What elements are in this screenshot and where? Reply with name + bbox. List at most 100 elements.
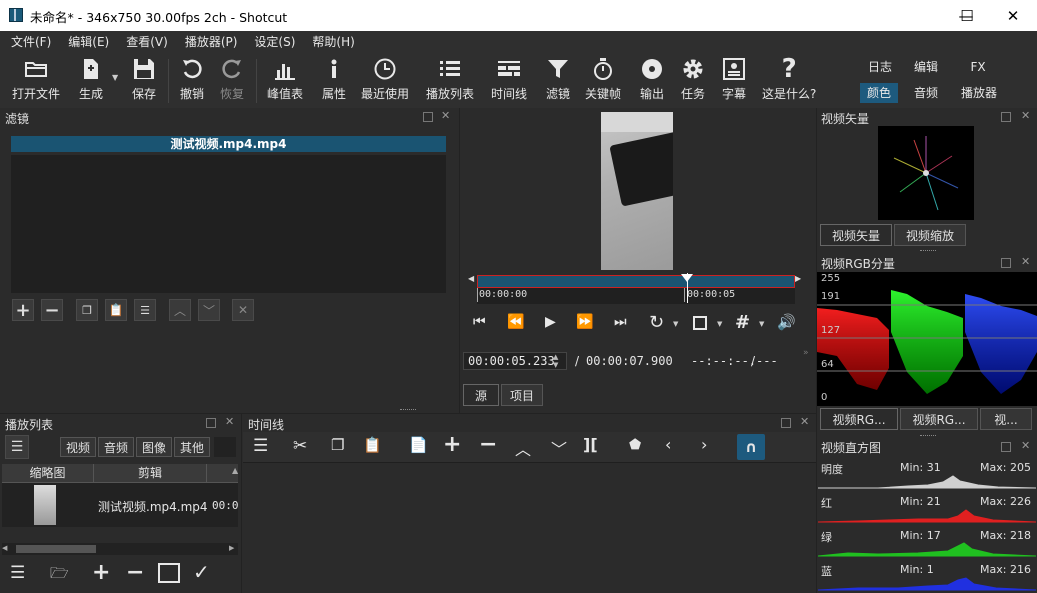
split-icon[interactable]: ][ <box>583 435 598 454</box>
save-button[interactable]: 保存 <box>130 55 158 102</box>
playlist-menu-icon[interactable]: ☰ <box>10 563 25 583</box>
tab-project[interactable]: 项目 <box>501 384 543 406</box>
playlist-open-folder-icon[interactable]: 🗁 <box>50 563 69 588</box>
previous-marker-icon[interactable]: ‹ <box>665 435 671 454</box>
close-panel-icon[interactable]: ✕ <box>1021 110 1030 121</box>
close-button[interactable]: ✕ <box>990 0 1036 31</box>
playlist-update-checkmark-icon[interactable]: ✓ <box>193 560 210 584</box>
playlist-filter-audio[interactable]: 音频 <box>98 437 134 457</box>
generate-dropdown-arrow-icon[interactable]: ▼ <box>112 73 118 82</box>
deselect-filter-button[interactable]: ✕ <box>232 299 254 321</box>
undock-icon[interactable] <box>1001 258 1011 268</box>
next-marker-icon[interactable]: › <box>701 435 707 454</box>
save-preset-button[interactable]: ☰ <box>134 299 156 321</box>
snap-magnet-icon[interactable]: ∩ <box>737 434 765 460</box>
add-filter-button[interactable]: + <box>12 299 34 321</box>
rewind-icon[interactable]: ⏪ <box>507 314 524 330</box>
overwrite-up-icon[interactable]: ︿ <box>515 436 531 460</box>
skip-next-icon[interactable]: ⏭ <box>614 314 627 330</box>
peak-meter-button[interactable]: 峰值表 <box>267 55 303 102</box>
close-panel-icon[interactable]: ✕ <box>441 110 450 121</box>
filters-button[interactable]: 滤镜 <box>544 55 572 102</box>
grid-dropdown-icon[interactable]: ▼ <box>759 320 764 328</box>
playlist-filter-video[interactable]: 视频 <box>60 437 96 457</box>
layout-player-button[interactable]: 播放器 <box>955 83 1003 103</box>
cut-scissors-icon[interactable]: ✂ <box>293 436 307 456</box>
tab-more-scope[interactable]: 视... <box>980 408 1032 430</box>
fast-forward-icon[interactable]: ⏩ <box>576 314 593 330</box>
zoom-dropdown-icon[interactable]: ▼ <box>717 320 722 328</box>
zoom-fit-icon[interactable] <box>693 316 707 330</box>
menu-view[interactable]: 查看(V) <box>115 31 174 51</box>
grid-icon[interactable]: # <box>735 312 750 333</box>
undock-icon[interactable] <box>1001 442 1011 452</box>
undo-button[interactable]: 撤销 <box>178 55 206 102</box>
append-icon[interactable]: 📄 <box>409 436 428 454</box>
table-row[interactable]: 测试视频.mp4.mp4 00:00 <box>2 483 238 527</box>
close-panel-icon[interactable]: ✕ <box>1021 256 1030 267</box>
layout-color-button[interactable]: 颜色 <box>860 83 898 103</box>
menu-player[interactable]: 播放器(P) <box>174 31 244 51</box>
lift-minus-icon[interactable]: − <box>479 432 497 457</box>
tab-source[interactable]: 源 <box>463 384 499 406</box>
playlist-view-mode-button[interactable]: ☰ <box>5 435 29 459</box>
layout-logging-button[interactable]: 日志 <box>860 57 900 77</box>
playlist-filter-other[interactable]: 其他 <box>174 437 210 457</box>
open-file-button[interactable]: 打开文件 <box>12 55 60 102</box>
paste-filter-button[interactable]: 📋 <box>105 299 127 321</box>
recent-button[interactable]: 最近使用 <box>361 55 409 102</box>
redo-button[interactable]: 恢复 <box>218 55 246 102</box>
menu-settings[interactable]: 设定(S) <box>243 31 301 51</box>
layout-fx-button[interactable]: FX <box>958 57 998 77</box>
expand-arrows-icon[interactable]: » <box>803 348 809 358</box>
position-timecode-input[interactable]: 00:00:05.233 <box>463 352 567 370</box>
playlist-filter-image[interactable]: 图像 <box>136 437 172 457</box>
copy-icon[interactable]: ❐ <box>331 436 344 454</box>
undock-icon[interactable] <box>423 112 433 122</box>
menu-file[interactable]: 文件(F) <box>0 31 57 51</box>
col-clip[interactable]: 剪辑 <box>94 464 207 482</box>
timeline-tracks[interactable] <box>243 463 816 593</box>
timeline-menu-icon[interactable]: ☰ <box>253 436 268 456</box>
scrubber-bar[interactable] <box>477 275 795 288</box>
playlist-remove-icon[interactable]: − <box>126 560 144 585</box>
undock-icon[interactable] <box>781 418 791 428</box>
timeline-button[interactable]: 时间线 <box>491 55 527 102</box>
loop-dropdown-icon[interactable]: ▼ <box>673 320 678 328</box>
timecode-ruler[interactable]: 00:00:00 00:00:05 <box>477 288 795 304</box>
play-icon[interactable]: ▶ <box>545 314 556 330</box>
scroll-right-icon[interactable]: ▶ <box>229 544 234 552</box>
timecode-spinner-icon[interactable]: ▲ ▼ <box>553 353 558 369</box>
tab-rgb-parade[interactable]: 视频RG... <box>820 408 898 430</box>
subtitles-button[interactable]: 字幕 <box>720 55 748 102</box>
layout-audio-button[interactable]: 音频 <box>906 83 946 103</box>
video-preview[interactable] <box>601 112 673 270</box>
splitter-handle[interactable] <box>920 435 936 436</box>
paste-clipboard-icon[interactable]: 📋 <box>363 436 382 454</box>
close-panel-icon[interactable]: ✕ <box>1021 440 1030 451</box>
move-up-button[interactable]: ︿ <box>169 299 191 321</box>
export-button[interactable]: 输出 <box>638 55 666 102</box>
tab-zoom-scope[interactable]: 视频缩放 <box>894 224 966 246</box>
remove-filter-button[interactable]: − <box>41 299 63 321</box>
menu-help[interactable]: 帮助(H) <box>301 31 360 51</box>
splitter-handle[interactable] <box>920 250 936 251</box>
ripple-delete-plus-icon[interactable]: + <box>443 432 461 457</box>
close-panel-icon[interactable]: ✕ <box>800 416 809 427</box>
close-panel-icon[interactable]: ✕ <box>225 416 234 427</box>
out-point-marker-icon[interactable]: ▶ <box>795 274 801 283</box>
maximize-button[interactable]: ☐ <box>944 0 990 31</box>
splitter-handle[interactable] <box>400 409 416 412</box>
playlist-append-icon[interactable]: + <box>92 560 110 585</box>
whats-this-button[interactable]: ? 这是什么? <box>762 55 816 102</box>
col-thumbnail[interactable]: 缩略图 <box>2 464 94 482</box>
scrollbar-thumb[interactable] <box>16 545 96 553</box>
undock-icon[interactable] <box>1001 112 1011 122</box>
playlist-filter-more[interactable] <box>214 437 236 457</box>
menu-edit[interactable]: 编辑(E) <box>57 31 115 51</box>
layout-editing-button[interactable]: 编辑 <box>906 57 946 77</box>
filter-list[interactable] <box>11 155 446 293</box>
loop-icon[interactable]: ↻ <box>649 312 664 333</box>
playhead-handle-icon[interactable] <box>680 274 693 282</box>
in-point-marker-icon[interactable]: ◀ <box>468 274 474 283</box>
